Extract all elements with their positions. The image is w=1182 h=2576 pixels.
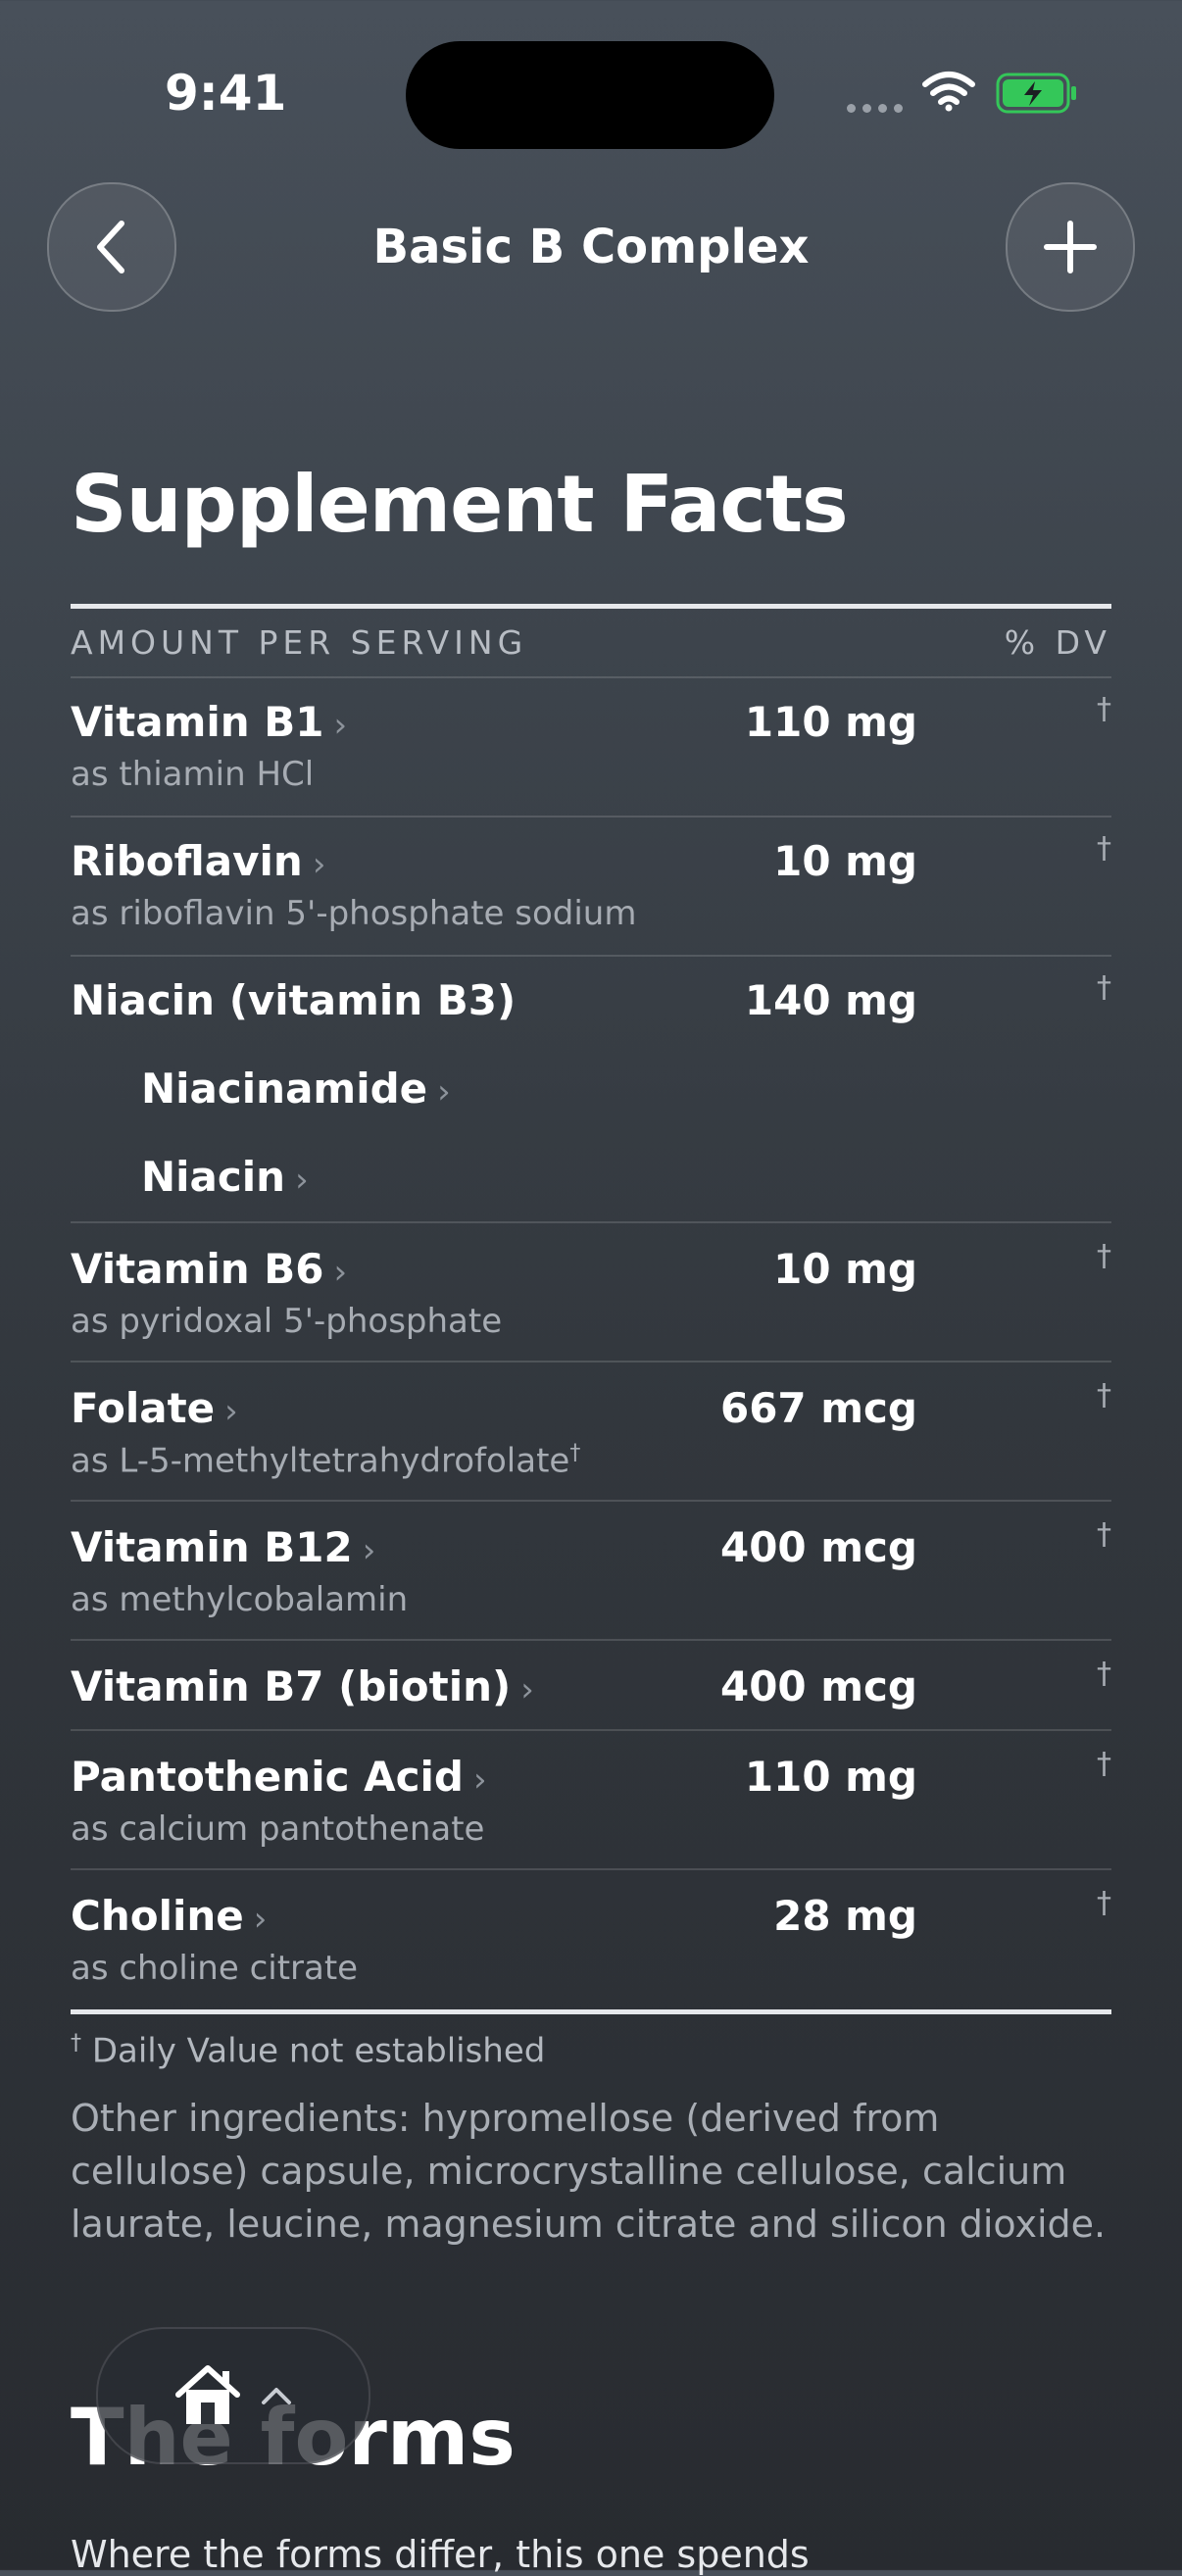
chevron-right-icon: › xyxy=(472,1760,487,1800)
dv-mark: † xyxy=(1097,1747,1111,1781)
nutrient-amount: 667 mcg xyxy=(719,1384,917,1432)
dv-mark: † xyxy=(1097,1517,1111,1552)
dynamic-island xyxy=(406,41,774,149)
divider xyxy=(71,1868,1111,1870)
nutrient-name[interactable]: Pantothenic Acid › xyxy=(71,1753,487,1801)
divider xyxy=(71,1500,1111,1502)
divider xyxy=(71,1361,1111,1362)
nutrient-amount: 400 mcg xyxy=(719,1523,917,1571)
sub-ingredient-name: Niacin xyxy=(141,1153,286,1201)
nutrient-form: as riboflavin 5'-phosphate sodium xyxy=(71,894,637,933)
nutrient-amount: 10 mg xyxy=(773,1245,917,1293)
chevron-right-icon: › xyxy=(437,1072,451,1112)
nutrient-name-text: Vitamin B1 xyxy=(71,698,324,746)
plus-icon xyxy=(1044,221,1097,273)
section-text: Where the forms differ, this one spends xyxy=(71,2533,810,2576)
chevron-right-icon: › xyxy=(224,1392,238,1431)
divider xyxy=(71,1729,1111,1731)
nutrient-name-text: Riboflavin xyxy=(71,837,303,885)
footnote-mark: † xyxy=(71,2031,81,2056)
sub-ingredient-niacinamide[interactable]: Niacinamide › xyxy=(141,1065,451,1113)
dv-mark: † xyxy=(1097,1657,1111,1691)
chevron-right-icon: › xyxy=(333,706,348,745)
dv-mark: † xyxy=(1097,692,1111,726)
nutrient-amount: 10 mg xyxy=(773,837,917,885)
nutrient-form: as thiamin HCl xyxy=(71,755,315,794)
sub-ingredient-niacin[interactable]: Niacin › xyxy=(141,1153,309,1201)
divider xyxy=(71,955,1111,957)
footnote-mark: † xyxy=(569,1441,581,1465)
nutrient-name[interactable]: Vitamin B6 › xyxy=(71,1245,347,1293)
other-ingredients: Other ingredients: hypromellose (derived… xyxy=(71,2097,1107,2246)
chevron-right-icon: › xyxy=(520,1670,534,1709)
nutrient-amount: 110 mg xyxy=(744,1753,917,1801)
nutrient-name-text: Folate xyxy=(71,1384,216,1432)
divider xyxy=(71,816,1111,817)
battery-charging-icon xyxy=(996,73,1076,114)
status-time: 9:41 xyxy=(165,65,287,122)
nutrient-name: Niacin (vitamin B3) xyxy=(71,976,517,1024)
nutrient-form: as choline citrate xyxy=(71,1949,359,1988)
nutrient-amount: 400 mcg xyxy=(719,1662,917,1710)
amount-per-serving-label: AMOUNT PER SERVING xyxy=(71,623,528,662)
top-rule xyxy=(71,604,1111,609)
divider xyxy=(71,1639,1111,1641)
nutrient-name[interactable]: Folate › xyxy=(71,1384,238,1432)
supplement-facts-title: Supplement Facts xyxy=(71,459,849,550)
chevron-right-icon: › xyxy=(362,1531,376,1570)
nutrient-name[interactable]: Vitamin B1 › xyxy=(71,698,347,746)
nutrient-name[interactable]: Vitamin B7 (biotin) › xyxy=(71,1662,534,1710)
nutrient-amount: 110 mg xyxy=(744,698,917,746)
dv-footnote: † Daily Value not established xyxy=(71,2031,545,2070)
add-button[interactable] xyxy=(1006,182,1135,312)
chevron-right-icon: › xyxy=(253,1900,268,1939)
page-title: Basic B Complex xyxy=(372,220,810,274)
nutrient-name-text: Vitamin B7 (biotin) xyxy=(71,1662,512,1710)
nutrient-name[interactable]: Riboflavin › xyxy=(71,837,325,885)
divider xyxy=(71,1221,1111,1223)
home-menu-button[interactable] xyxy=(96,2327,370,2464)
dv-label: % DV xyxy=(1004,623,1111,662)
dv-mark: † xyxy=(1097,970,1111,1005)
home-icon xyxy=(175,2365,240,2424)
nutrient-form-text: as L-5-methyltetrahydrofolate xyxy=(71,1441,570,1481)
wifi-icon xyxy=(922,72,975,112)
chevron-right-icon: › xyxy=(295,1161,309,1200)
nutrient-name-text: Pantothenic Acid xyxy=(71,1753,464,1801)
nutrient-form: as pyridoxal 5'-phosphate xyxy=(71,1302,503,1341)
nutrient-name-text: Vitamin B12 xyxy=(71,1523,353,1571)
chevron-right-icon: › xyxy=(312,845,326,884)
status-bar: 9:41 xyxy=(0,0,1182,186)
nutrient-name[interactable]: Vitamin B12 › xyxy=(71,1523,375,1571)
footnote-text: Daily Value not established xyxy=(91,2031,546,2071)
dv-mark: † xyxy=(1097,1378,1111,1412)
chevron-up-icon xyxy=(262,2388,291,2404)
dv-mark: † xyxy=(1097,1886,1111,1920)
dv-mark: † xyxy=(1097,831,1111,866)
back-button[interactable] xyxy=(47,182,176,312)
nutrient-name[interactable]: Choline › xyxy=(71,1892,267,1940)
bottom-rule xyxy=(71,2009,1111,2014)
chevron-left-icon xyxy=(97,221,124,273)
sub-ingredient-name: Niacinamide xyxy=(141,1065,428,1113)
nutrient-name-text: Choline xyxy=(71,1892,244,1940)
nutrient-form: as L-5-methyltetrahydrofolate† xyxy=(71,1441,580,1480)
chevron-right-icon: › xyxy=(333,1253,348,1292)
nutrient-form: as calcium pantothenate xyxy=(71,1809,485,1849)
nutrient-name-text: Vitamin B6 xyxy=(71,1245,324,1293)
dv-mark: † xyxy=(1097,1239,1111,1273)
nutrient-form: as methylcobalamin xyxy=(71,1580,409,1619)
divider xyxy=(71,676,1111,678)
nutrient-amount: 28 mg xyxy=(773,1892,917,1940)
signal-dots-icon xyxy=(847,104,903,113)
nutrient-amount: 140 mg xyxy=(744,976,917,1024)
facts-header: AMOUNT PER SERVING % DV xyxy=(71,623,1111,676)
